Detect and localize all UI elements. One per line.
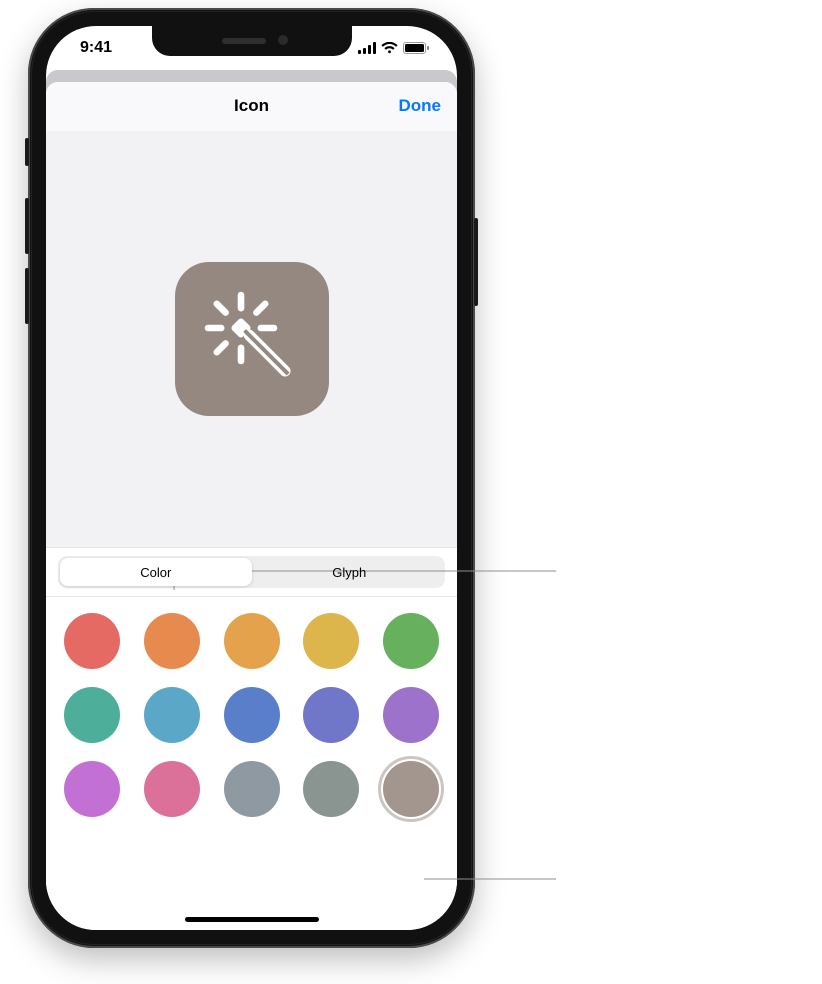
cellular-icon [358, 42, 376, 54]
tab-glyph[interactable]: Glyph [254, 558, 446, 586]
status-time: 9:41 [80, 39, 112, 57]
tab-glyph-label: Glyph [332, 565, 366, 580]
tab-color[interactable]: Color [60, 558, 252, 586]
wifi-icon [381, 42, 398, 54]
tab-color-label: Color [140, 565, 171, 580]
notch [152, 26, 352, 56]
callout-line-segmented [0, 0, 822, 984]
home-indicator [185, 917, 319, 922]
status-indicators [358, 42, 429, 54]
battery-icon [403, 42, 429, 54]
